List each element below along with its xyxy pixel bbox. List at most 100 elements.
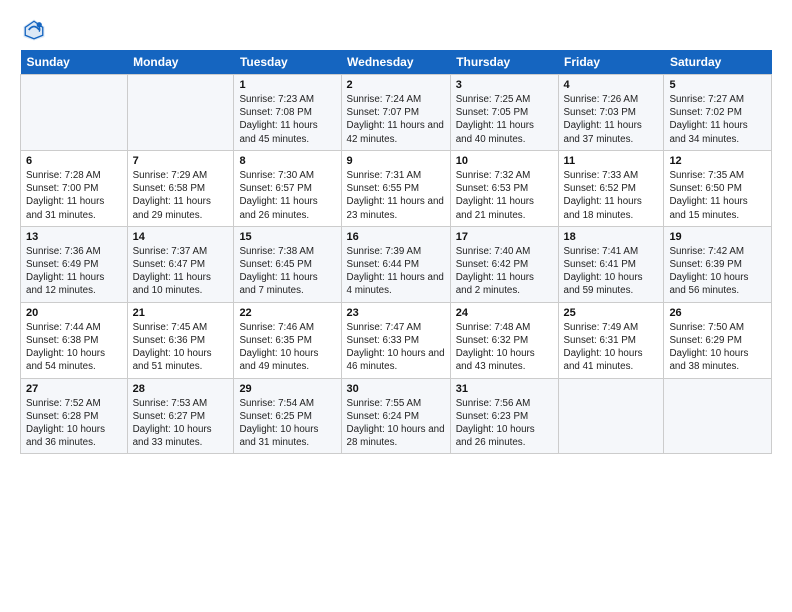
day-info: Sunrise: 7:33 AMSunset: 6:52 PMDaylight:… (564, 169, 659, 222)
week-row-1: 1 Sunrise: 7:23 AMSunset: 7:08 PMDaylight… (21, 75, 772, 151)
day-number: 1 (239, 79, 335, 91)
week-row-4: 20 Sunrise: 7:44 AMSunset: 6:38 PMDayligh… (21, 302, 772, 378)
day-info: Sunrise: 7:28 AMSunset: 7:00 PMDaylight:… (26, 169, 122, 222)
day-number: 19 (669, 231, 766, 243)
calendar-cell: 28 Sunrise: 7:53 AMSunset: 6:27 PMDayligh… (127, 378, 234, 454)
weekday-header-wednesday: Wednesday (341, 50, 450, 75)
calendar-table: SundayMondayTuesdayWednesdayThursdayFrid… (20, 50, 772, 454)
calendar-cell: 6 Sunrise: 7:28 AMSunset: 7:00 PMDaylight… (21, 150, 128, 226)
calendar-cell: 29 Sunrise: 7:54 AMSunset: 6:25 PMDayligh… (234, 378, 341, 454)
day-info: Sunrise: 7:35 AMSunset: 6:50 PMDaylight:… (669, 169, 766, 222)
day-info: Sunrise: 7:37 AMSunset: 6:47 PMDaylight:… (133, 245, 229, 298)
weekday-header-tuesday: Tuesday (234, 50, 341, 75)
day-number: 8 (239, 155, 335, 167)
day-number: 6 (26, 155, 122, 167)
calendar-cell (664, 378, 772, 454)
calendar-cell: 27Sunrise: 7:52 AMSunset: 6:28 PMDayligh… (21, 378, 128, 454)
calendar-cell: 20 Sunrise: 7:44 AMSunset: 6:38 PMDayligh… (21, 302, 128, 378)
calendar-cell: 25 Sunrise: 7:49 AMSunset: 6:31 PMDayligh… (558, 302, 664, 378)
week-row-2: 6 Sunrise: 7:28 AMSunset: 7:00 PMDaylight… (21, 150, 772, 226)
day-info: Sunrise: 7:24 AMSunset: 7:07 PMDaylight:… (347, 93, 445, 146)
day-number: 13 (26, 231, 122, 243)
day-number: 10 (456, 155, 553, 167)
day-number: 2 (347, 79, 445, 91)
day-number: 27 (26, 383, 122, 395)
calendar-cell: 16Sunrise: 7:39 AMSunset: 6:44 PMDayligh… (341, 226, 450, 302)
day-info: Sunrise: 7:40 AMSunset: 6:42 PMDaylight:… (456, 245, 553, 298)
week-row-3: 13 Sunrise: 7:36 AMSunset: 6:49 PMDayligh… (21, 226, 772, 302)
calendar-cell: 12 Sunrise: 7:35 AMSunset: 6:50 PMDayligh… (664, 150, 772, 226)
calendar-cell: 2 Sunrise: 7:24 AMSunset: 7:07 PMDaylight… (341, 75, 450, 151)
day-info: Sunrise: 7:30 AMSunset: 6:57 PMDaylight:… (239, 169, 335, 222)
day-info: Sunrise: 7:48 AMSunset: 6:32 PMDaylight:… (456, 321, 553, 374)
calendar-cell (21, 75, 128, 151)
calendar-cell: 19 Sunrise: 7:42 AMSunset: 6:39 PMDayligh… (664, 226, 772, 302)
calendar-cell: 26 Sunrise: 7:50 AMSunset: 6:29 PMDayligh… (664, 302, 772, 378)
day-number: 23 (347, 307, 445, 319)
calendar-cell: 21 Sunrise: 7:45 AMSunset: 6:36 PMDayligh… (127, 302, 234, 378)
day-number: 12 (669, 155, 766, 167)
day-info: Sunrise: 7:53 AMSunset: 6:27 PMDaylight:… (133, 397, 229, 450)
day-number: 20 (26, 307, 122, 319)
day-info: Sunrise: 7:42 AMSunset: 6:39 PMDaylight:… (669, 245, 766, 298)
calendar-cell: 11Sunrise: 7:33 AMSunset: 6:52 PMDayligh… (558, 150, 664, 226)
day-info: Sunrise: 7:27 AMSunset: 7:02 PMDaylight:… (669, 93, 766, 146)
day-number: 22 (239, 307, 335, 319)
header (20, 16, 772, 44)
calendar-cell: 4 Sunrise: 7:26 AMSunset: 7:03 PMDaylight… (558, 75, 664, 151)
weekday-header-row: SundayMondayTuesdayWednesdayThursdayFrid… (21, 50, 772, 75)
day-info: Sunrise: 7:45 AMSunset: 6:36 PMDaylight:… (133, 321, 229, 374)
day-number: 7 (133, 155, 229, 167)
day-info: Sunrise: 7:36 AMSunset: 6:49 PMDaylight:… (26, 245, 122, 298)
day-info: Sunrise: 7:23 AMSunset: 7:08 PMDaylight:… (239, 93, 335, 146)
day-number: 28 (133, 383, 229, 395)
day-info: Sunrise: 7:41 AMSunset: 6:41 PMDaylight:… (564, 245, 659, 298)
day-number: 17 (456, 231, 553, 243)
logo-icon (20, 16, 48, 44)
day-info: Sunrise: 7:56 AMSunset: 6:23 PMDaylight:… (456, 397, 553, 450)
day-info: Sunrise: 7:26 AMSunset: 7:03 PMDaylight:… (564, 93, 659, 146)
page: SundayMondayTuesdayWednesdayThursdayFrid… (0, 0, 792, 464)
day-info: Sunrise: 7:49 AMSunset: 6:31 PMDaylight:… (564, 321, 659, 374)
day-number: 30 (347, 383, 445, 395)
day-info: Sunrise: 7:44 AMSunset: 6:38 PMDaylight:… (26, 321, 122, 374)
weekday-header-monday: Monday (127, 50, 234, 75)
day-info: Sunrise: 7:25 AMSunset: 7:05 PMDaylight:… (456, 93, 553, 146)
calendar-cell: 1 Sunrise: 7:23 AMSunset: 7:08 PMDaylight… (234, 75, 341, 151)
day-number: 4 (564, 79, 659, 91)
calendar-cell: 17 Sunrise: 7:40 AMSunset: 6:42 PMDayligh… (450, 226, 558, 302)
calendar-cell: 18 Sunrise: 7:41 AMSunset: 6:41 PMDayligh… (558, 226, 664, 302)
weekday-header-sunday: Sunday (21, 50, 128, 75)
calendar-cell: 31 Sunrise: 7:56 AMSunset: 6:23 PMDayligh… (450, 378, 558, 454)
logo (20, 16, 52, 44)
calendar-cell: 9Sunrise: 7:31 AMSunset: 6:55 PMDaylight… (341, 150, 450, 226)
calendar-cell: 7 Sunrise: 7:29 AMSunset: 6:58 PMDaylight… (127, 150, 234, 226)
calendar-cell: 5Sunrise: 7:27 AMSunset: 7:02 PMDaylight… (664, 75, 772, 151)
weekday-header-saturday: Saturday (664, 50, 772, 75)
calendar-cell: 3Sunrise: 7:25 AMSunset: 7:05 PMDaylight… (450, 75, 558, 151)
day-info: Sunrise: 7:55 AMSunset: 6:24 PMDaylight:… (347, 397, 445, 450)
day-number: 18 (564, 231, 659, 243)
day-number: 26 (669, 307, 766, 319)
day-number: 31 (456, 383, 553, 395)
day-info: Sunrise: 7:46 AMSunset: 6:35 PMDaylight:… (239, 321, 335, 374)
day-number: 25 (564, 307, 659, 319)
calendar-cell: 10 Sunrise: 7:32 AMSunset: 6:53 PMDayligh… (450, 150, 558, 226)
day-number: 29 (239, 383, 335, 395)
day-info: Sunrise: 7:50 AMSunset: 6:29 PMDaylight:… (669, 321, 766, 374)
day-info: Sunrise: 7:29 AMSunset: 6:58 PMDaylight:… (133, 169, 229, 222)
day-number: 15 (239, 231, 335, 243)
weekday-header-friday: Friday (558, 50, 664, 75)
day-number: 9 (347, 155, 445, 167)
day-number: 21 (133, 307, 229, 319)
day-info: Sunrise: 7:47 AMSunset: 6:33 PMDaylight:… (347, 321, 445, 374)
day-number: 14 (133, 231, 229, 243)
calendar-cell: 23 Sunrise: 7:47 AMSunset: 6:33 PMDayligh… (341, 302, 450, 378)
calendar-cell: 8 Sunrise: 7:30 AMSunset: 6:57 PMDaylight… (234, 150, 341, 226)
week-row-5: 27Sunrise: 7:52 AMSunset: 6:28 PMDayligh… (21, 378, 772, 454)
day-info: Sunrise: 7:54 AMSunset: 6:25 PMDaylight:… (239, 397, 335, 450)
day-info: Sunrise: 7:32 AMSunset: 6:53 PMDaylight:… (456, 169, 553, 222)
day-number: 24 (456, 307, 553, 319)
calendar-cell (127, 75, 234, 151)
calendar-cell (558, 378, 664, 454)
